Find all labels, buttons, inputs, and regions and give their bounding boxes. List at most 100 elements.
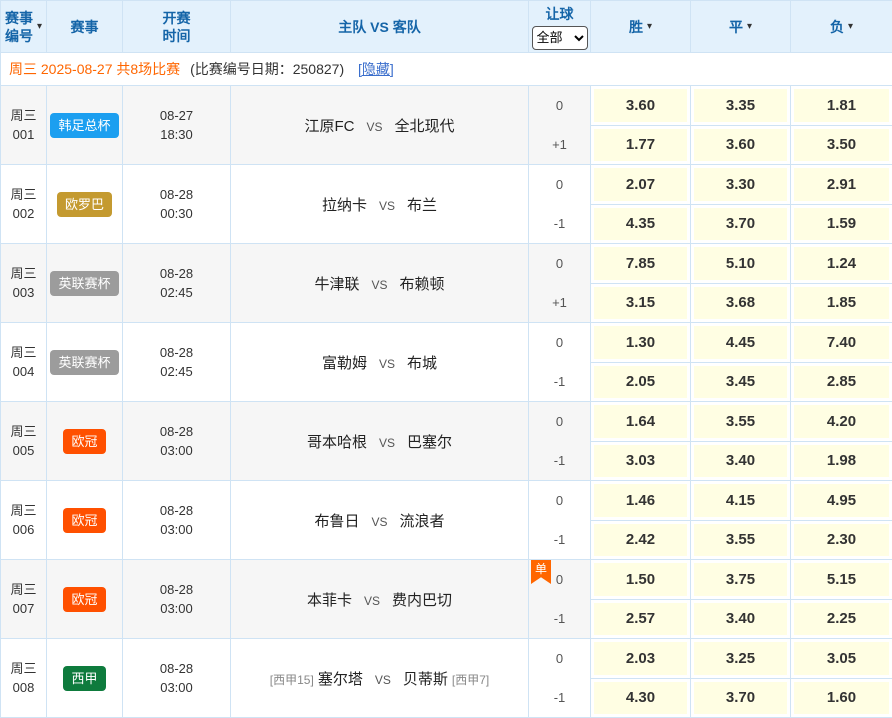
match-clock: 03:00 bbox=[123, 678, 230, 697]
odds-loss[interactable]: 4.95 bbox=[794, 484, 889, 517]
odds-draw[interactable]: 5.10 bbox=[694, 247, 787, 280]
match-row: 周三001韩足总杯08-2718:30江原FCVS全北现代0+13.603.35… bbox=[1, 86, 892, 126]
league-badge: 欧冠 bbox=[63, 429, 105, 454]
odds-draw[interactable]: 3.35 bbox=[694, 89, 787, 122]
odds-win-cell: 3.03 bbox=[591, 441, 691, 481]
odds-win[interactable]: 7.85 bbox=[594, 247, 687, 280]
league-cell: 英联赛杯 bbox=[47, 244, 123, 323]
odds-win[interactable]: 3.60 bbox=[594, 89, 687, 122]
odds-loss[interactable]: 7.40 bbox=[794, 326, 889, 359]
odds-loss-cell: 2.30 bbox=[791, 520, 892, 560]
odds-win[interactable]: 2.03 bbox=[594, 642, 687, 675]
teams-cell: 哥本哈根VS巴塞尔 bbox=[231, 402, 529, 481]
odds-draw[interactable]: 3.40 bbox=[694, 603, 787, 636]
odds-draw[interactable]: 3.55 bbox=[694, 524, 787, 557]
odds-loss[interactable]: 5.15 bbox=[794, 563, 889, 596]
odds-draw-cell: 4.15 bbox=[691, 481, 791, 521]
odds-loss[interactable]: 4.20 bbox=[794, 405, 889, 438]
sort-arrow-icon[interactable]: ▾ bbox=[747, 21, 752, 32]
league-badge: 欧冠 bbox=[63, 508, 105, 533]
odds-draw[interactable]: 3.70 bbox=[694, 208, 787, 241]
odds-win-cell: 3.60 bbox=[591, 86, 691, 126]
odds-win-cell: 1.77 bbox=[591, 125, 691, 165]
odds-draw[interactable]: 4.15 bbox=[694, 484, 787, 517]
handicap-value: -1 bbox=[529, 362, 590, 401]
header-match-no[interactable]: 赛事编号 ▾ bbox=[1, 1, 47, 53]
match-no: 周三002 bbox=[1, 165, 47, 244]
match-number: 003 bbox=[1, 283, 46, 302]
odds-win[interactable]: 2.05 bbox=[594, 366, 687, 399]
odds-win[interactable]: 3.03 bbox=[594, 445, 687, 478]
team-away: 布兰 bbox=[407, 197, 437, 214]
odds-win[interactable]: 2.42 bbox=[594, 524, 687, 557]
odds-loss-cell: 3.50 bbox=[791, 125, 892, 165]
vs-label: VS bbox=[366, 120, 382, 134]
odds-loss[interactable]: 2.25 bbox=[794, 603, 889, 636]
hide-link[interactable]: [隐藏] bbox=[358, 61, 394, 77]
odds-win[interactable]: 1.77 bbox=[594, 129, 687, 162]
odds-win[interactable]: 1.50 bbox=[594, 563, 687, 596]
sort-arrow-icon[interactable]: ▾ bbox=[647, 21, 652, 32]
odds-win[interactable]: 3.15 bbox=[594, 287, 687, 320]
odds-win[interactable]: 4.35 bbox=[594, 208, 687, 241]
odds-loss[interactable]: 2.91 bbox=[794, 168, 889, 201]
odds-win[interactable]: 1.64 bbox=[594, 405, 687, 438]
team-home: 拉纳卡 bbox=[322, 197, 367, 214]
match-day: 周三 bbox=[1, 264, 46, 283]
odds-loss[interactable]: 1.59 bbox=[794, 208, 889, 241]
match-date: 08-28 bbox=[123, 343, 230, 362]
odds-loss[interactable]: 2.30 bbox=[794, 524, 889, 557]
team-home: 哥本哈根 bbox=[307, 434, 367, 451]
teams-cell: 牛津联VS布赖顿 bbox=[231, 244, 529, 323]
sort-arrow-icon[interactable]: ▾ bbox=[848, 21, 853, 32]
odds-loss-cell: 5.15 bbox=[791, 560, 892, 600]
match-day: 周三 bbox=[1, 501, 46, 520]
odds-win[interactable]: 1.30 bbox=[594, 326, 687, 359]
odds-loss[interactable]: 2.85 bbox=[794, 366, 889, 399]
sort-arrow-icon[interactable]: ▾ bbox=[37, 21, 42, 32]
league-badge: 英联赛杯 bbox=[50, 271, 118, 296]
odds-draw[interactable]: 3.60 bbox=[694, 129, 787, 162]
header-loss[interactable]: 负 ▾ bbox=[791, 1, 892, 53]
odds-draw[interactable]: 3.30 bbox=[694, 168, 787, 201]
odds-win[interactable]: 2.57 bbox=[594, 603, 687, 636]
odds-draw[interactable]: 4.45 bbox=[694, 326, 787, 359]
odds-draw[interactable]: 3.45 bbox=[694, 366, 787, 399]
odds-win[interactable]: 1.46 bbox=[594, 484, 687, 517]
odds-loss[interactable]: 3.05 bbox=[794, 642, 889, 675]
odds-loss[interactable]: 1.24 bbox=[794, 247, 889, 280]
match-id-date: (比赛编号日期：250827) bbox=[190, 61, 344, 77]
odds-win-cell: 2.03 bbox=[591, 639, 691, 679]
odds-loss[interactable]: 1.98 bbox=[794, 445, 889, 478]
header-loss-label: 负 bbox=[830, 17, 844, 37]
odds-loss[interactable]: 1.60 bbox=[794, 682, 889, 715]
odds-win-cell: 3.15 bbox=[591, 283, 691, 323]
odds-win[interactable]: 4.30 bbox=[594, 682, 687, 715]
odds-draw[interactable]: 3.70 bbox=[694, 682, 787, 715]
odds-loss-cell: 1.81 bbox=[791, 86, 892, 126]
odds-loss-cell: 1.24 bbox=[791, 244, 892, 284]
header-draw[interactable]: 平 ▾ bbox=[691, 1, 791, 53]
handicap-value: 0 bbox=[529, 323, 590, 362]
match-day: 周三 bbox=[1, 106, 46, 125]
odds-loss[interactable]: 3.50 bbox=[794, 129, 889, 162]
league-cell: 欧冠 bbox=[47, 560, 123, 639]
odds-loss-cell: 1.98 bbox=[791, 441, 892, 481]
odds-draw[interactable]: 3.75 bbox=[694, 563, 787, 596]
header-win[interactable]: 胜 ▾ bbox=[591, 1, 691, 53]
match-clock: 03:00 bbox=[123, 599, 230, 618]
odds-loss[interactable]: 1.81 bbox=[794, 89, 889, 122]
handicap-filter-select[interactable]: 全部 bbox=[532, 26, 588, 50]
odds-draw[interactable]: 3.68 bbox=[694, 287, 787, 320]
odds-draw[interactable]: 3.55 bbox=[694, 405, 787, 438]
odds-loss-cell: 4.95 bbox=[791, 481, 892, 521]
odds-loss[interactable]: 1.85 bbox=[794, 287, 889, 320]
odds-draw[interactable]: 3.25 bbox=[694, 642, 787, 675]
match-clock: 00:30 bbox=[123, 204, 230, 223]
odds-loss-cell: 3.05 bbox=[791, 639, 892, 679]
odds-win-cell: 1.50 bbox=[591, 560, 691, 600]
match-clock: 03:00 bbox=[123, 520, 230, 539]
odds-win[interactable]: 2.07 bbox=[594, 168, 687, 201]
odds-draw[interactable]: 3.40 bbox=[694, 445, 787, 478]
teams-cell: 本菲卡VS费内巴切 bbox=[231, 560, 529, 639]
